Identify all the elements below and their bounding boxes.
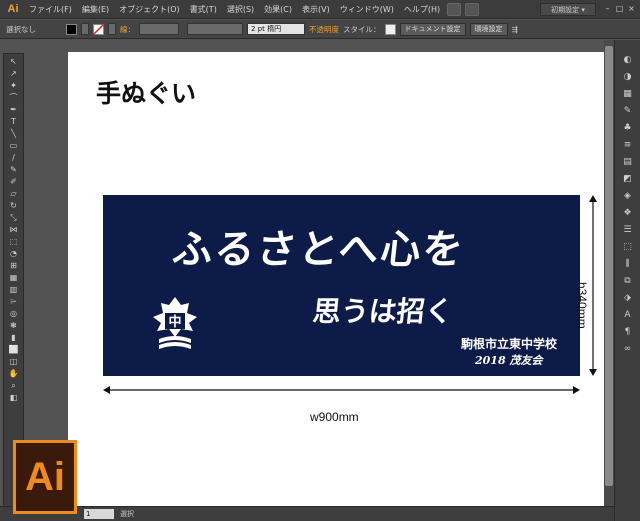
lasso-tool-icon[interactable]: ⌒ xyxy=(6,93,21,103)
menu-edit[interactable]: 編集(E) xyxy=(77,4,114,15)
rectangle-tool-icon[interactable]: ▭ xyxy=(6,141,21,151)
fill-swatch[interactable] xyxy=(66,23,77,35)
pencil-tool-icon[interactable]: ✎ xyxy=(6,165,21,175)
symbol-sprayer-tool-icon[interactable]: ❃ xyxy=(6,321,21,331)
rotate-tool-icon[interactable]: ↻ xyxy=(6,201,21,211)
gradient-tool-icon[interactable]: ▥ xyxy=(6,285,21,295)
dimension-lines xyxy=(103,195,597,394)
gradient-panel-icon[interactable]: ▤ xyxy=(620,156,636,169)
stroke-swatch[interactable] xyxy=(93,23,104,35)
vertical-scrollbar[interactable] xyxy=(604,40,614,506)
minimize-button[interactable]: – xyxy=(603,2,612,15)
artboard-number-field[interactable]: 1 xyxy=(84,509,114,519)
artboard-tool-icon[interactable]: ⬜ xyxy=(6,345,21,355)
document-setup-button[interactable]: ドキュメント設定 xyxy=(399,22,466,36)
appearance-icon[interactable]: ◈ xyxy=(620,190,636,203)
window-controls: – □ × xyxy=(603,2,636,15)
variable-width-dropdown[interactable] xyxy=(187,23,243,35)
type-tool-icon[interactable]: T xyxy=(6,117,21,127)
slice-tool-icon[interactable]: ◫ xyxy=(6,357,21,367)
artboards-icon[interactable]: ⬚ xyxy=(620,241,636,254)
eyedropper-tool-icon[interactable]: ⌲ xyxy=(6,297,21,307)
menu-object[interactable]: オブジェクト(O) xyxy=(114,4,185,15)
brush-definition-field[interactable]: 2 pt 楕円 xyxy=(247,23,305,35)
blob-brush-tool-icon[interactable]: ✐ xyxy=(6,177,21,187)
close-button[interactable]: × xyxy=(627,2,636,15)
eraser-tool-icon[interactable]: ▱ xyxy=(6,189,21,199)
stroke-weight-dropdown[interactable] xyxy=(139,23,179,35)
symbols-icon[interactable]: ♣ xyxy=(620,122,636,135)
panel-dock: ◐ ◑ ▦ ✎ ♣ ≡ ▤ ◩ ◈ ❖ ☰ ⬚ ⫼ ⧉ ⬗ A ¶ ∞ xyxy=(614,40,640,521)
width-tool-icon[interactable]: ⋈ xyxy=(6,225,21,235)
app-logo: Ai xyxy=(7,3,19,15)
swatches-icon[interactable]: ▦ xyxy=(620,88,636,101)
layers-icon[interactable]: ☰ xyxy=(620,224,636,237)
bridge-icon[interactable] xyxy=(447,2,462,16)
graphic-styles-icon[interactable]: ❖ xyxy=(620,207,636,220)
direct-selection-tool-icon[interactable]: ↗ xyxy=(6,69,21,79)
perspective-grid-tool-icon[interactable]: ⊞ xyxy=(6,261,21,271)
menu-bar: Ai ファイル(F) 編集(E) オブジェクト(O) 書式(T) 選択(S) 効… xyxy=(0,0,640,19)
magic-wand-tool-icon[interactable]: ✦ xyxy=(6,81,21,91)
menu-type[interactable]: 書式(T) xyxy=(185,4,222,15)
mesh-tool-icon[interactable]: ▦ xyxy=(6,273,21,283)
canvas[interactable]: 手ぬぐい ふるさとへ心を 思うは招く 中 駒根市立東中学校 2018 茂友会 w… xyxy=(26,40,605,507)
menu-view[interactable]: 表示(V) xyxy=(297,4,335,15)
zoom-tool-icon[interactable]: ⌕ xyxy=(6,381,21,391)
column-graph-tool-icon[interactable]: ▮ xyxy=(6,333,21,343)
workspace-switcher[interactable]: 初期設定 ▾ xyxy=(540,3,596,16)
transparency-icon[interactable]: ◩ xyxy=(620,173,636,186)
menu-select[interactable]: 選択(S) xyxy=(222,4,259,15)
free-transform-tool-icon[interactable]: ⬚ xyxy=(6,237,21,247)
pathfinder-icon[interactable]: ⧉ xyxy=(620,275,636,288)
control-bar: 選択なし 線： 2 pt 楕円 不透明度 スタイル： ドキュメント設定 環境設定… xyxy=(0,20,640,39)
illustrator-logo-text: Ai xyxy=(25,454,65,499)
character-icon[interactable]: A xyxy=(620,309,636,322)
line-tool-icon[interactable]: ╲ xyxy=(6,129,21,139)
opacity-label[interactable]: 不透明度 xyxy=(309,24,339,35)
maximize-button[interactable]: □ xyxy=(615,2,624,15)
stroke-label[interactable]: 線： xyxy=(120,24,135,35)
style-label: スタイル： xyxy=(343,24,381,34)
none-slash-icon xyxy=(93,23,104,35)
menu-file[interactable]: ファイル(F) xyxy=(24,4,77,15)
paintbrush-tool-icon[interactable]: ∕ xyxy=(6,153,21,163)
scrollbar-thumb[interactable] xyxy=(605,46,613,486)
preferences-button[interactable]: 環境設定 xyxy=(469,22,508,36)
shape-builder-tool-icon[interactable]: ◔ xyxy=(6,249,21,259)
transform-icon[interactable]: ⬗ xyxy=(620,292,636,305)
brushes-icon[interactable]: ✎ xyxy=(620,105,636,118)
scale-tool-icon[interactable]: ⤡ xyxy=(6,213,21,223)
hand-tool-icon[interactable]: ✋ xyxy=(6,369,21,379)
pen-tool-icon[interactable]: ✒ xyxy=(6,105,21,115)
blend-tool-icon[interactable]: ◎ xyxy=(6,309,21,319)
menu-effect[interactable]: 効果(C) xyxy=(259,4,297,15)
illustrator-logo: Ai xyxy=(13,440,77,514)
menu-help[interactable]: ヘルプ(H) xyxy=(399,4,445,15)
color-guide-icon[interactable]: ◑ xyxy=(620,71,636,84)
align-icon[interactable]: ⫼ xyxy=(620,258,636,271)
menu-window[interactable]: ウィンドウ(W) xyxy=(335,4,399,15)
artboard[interactable]: 手ぬぐい ふるさとへ心を 思うは招く 中 駒根市立東中学校 2018 茂友会 w… xyxy=(68,52,605,507)
stroke-panel-icon[interactable]: ≡ xyxy=(620,139,636,152)
stroke-dropdown[interactable] xyxy=(108,23,116,35)
height-dimension-label: h340mm xyxy=(575,282,589,329)
fill-stroke-icon[interactable]: ◧ xyxy=(6,393,21,403)
panel-menu-icon[interactable]: ⇶ xyxy=(512,25,518,34)
status-mode[interactable]: 選択 xyxy=(120,509,134,519)
arrange-documents-icon[interactable] xyxy=(465,2,480,16)
fill-dropdown[interactable] xyxy=(81,23,89,35)
paragraph-icon[interactable]: ¶ xyxy=(620,326,636,339)
width-dimension-label: w900mm xyxy=(310,410,359,424)
style-swatch[interactable] xyxy=(384,23,396,35)
color-panel-icon[interactable]: ◐ xyxy=(620,54,636,67)
selection-tool-icon[interactable]: ↖ xyxy=(6,57,21,67)
selection-status: 選択なし xyxy=(6,24,36,34)
status-bar: 1 選択 xyxy=(0,506,614,521)
links-icon[interactable]: ∞ xyxy=(620,343,636,356)
